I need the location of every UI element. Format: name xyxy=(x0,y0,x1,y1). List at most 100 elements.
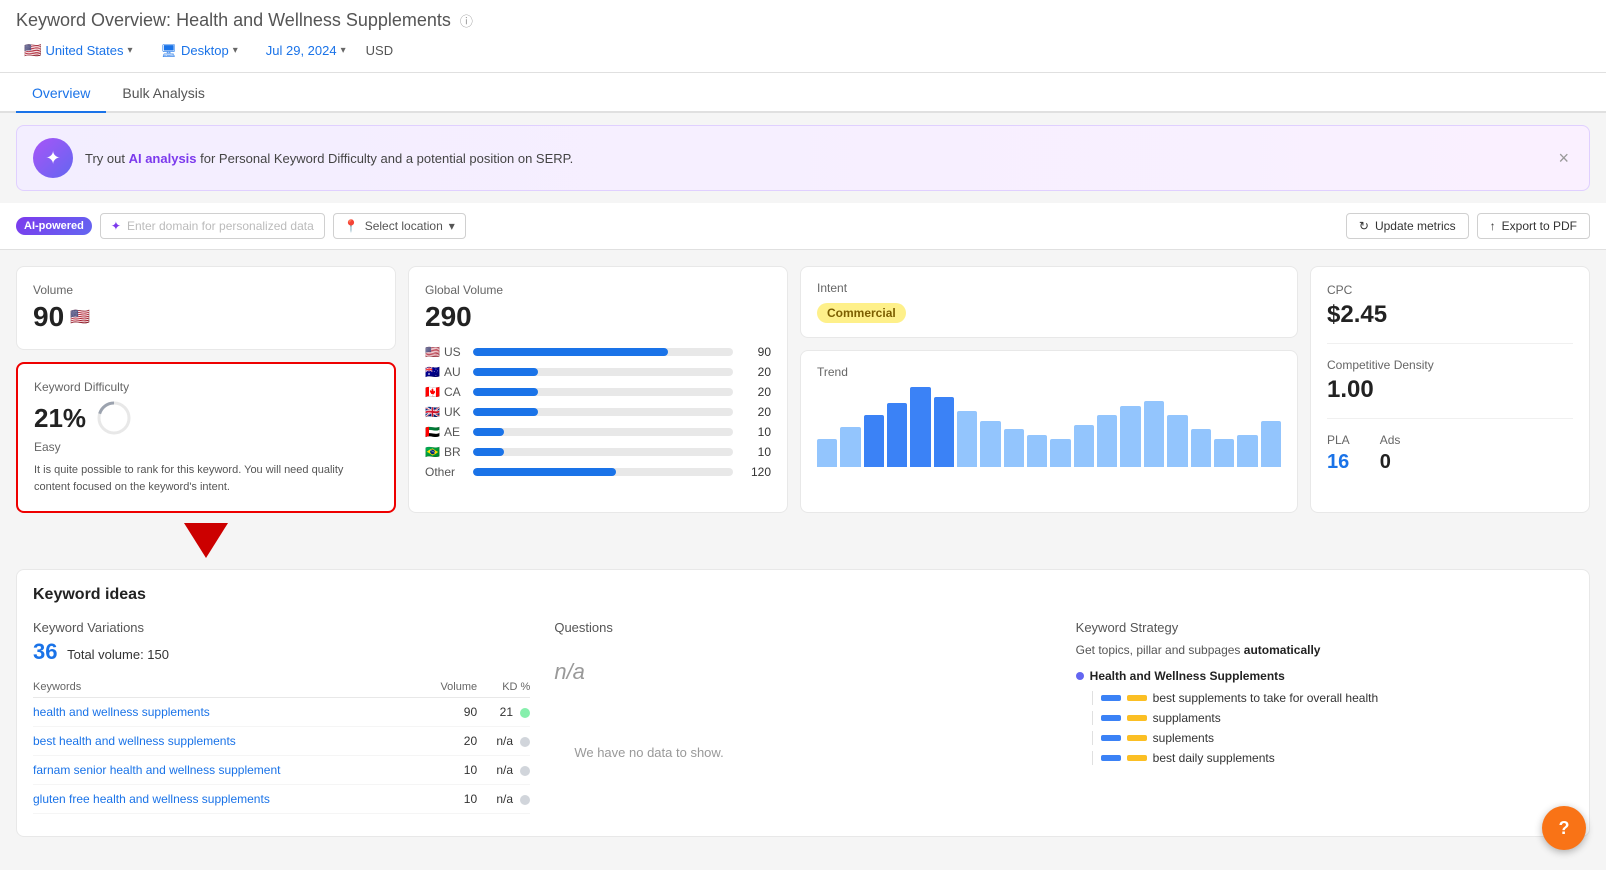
col-kd: KD % xyxy=(477,677,530,698)
domain-input[interactable]: ✦ Enter domain for personalized data xyxy=(100,213,325,239)
tab-overview[interactable]: Overview xyxy=(16,73,106,113)
keywords-table: Keywords Volume KD % health and wellness… xyxy=(33,677,530,814)
variations-label: Keyword Variations xyxy=(33,620,530,635)
intent-label: Intent xyxy=(817,281,1281,295)
strategy-label: Keyword Strategy xyxy=(1076,620,1573,635)
no-data-message: We have no data to show. xyxy=(554,685,743,820)
kw-link-2[interactable]: best health and wellness supplements xyxy=(33,734,236,748)
cpc-value: $2.45 xyxy=(1327,301,1573,329)
strategy-item-3: suplements xyxy=(1092,731,1573,745)
competitive-density-label: Competitive Density xyxy=(1327,358,1573,372)
kw-link-3[interactable]: farnam senior health and wellness supple… xyxy=(33,763,280,777)
chevron-down-icon: ▾ xyxy=(341,45,346,56)
date-label: Jul 29, 2024 xyxy=(266,43,337,58)
variations-count: 36 xyxy=(33,639,57,664)
help-button[interactable]: ? xyxy=(1542,806,1586,850)
banner-close-button[interactable]: × xyxy=(1554,148,1573,169)
competitive-density-value: 1.00 xyxy=(1327,376,1573,404)
chevron-down-icon: ▾ xyxy=(127,45,132,56)
currency-label: USD xyxy=(366,43,393,58)
questions-label: Questions xyxy=(554,620,613,635)
top-bar: Keyword Overview: Health and Wellness Su… xyxy=(0,0,1606,73)
desktop-icon: 🖥 xyxy=(161,43,178,59)
location-select[interactable]: 📍 Select location ▾ xyxy=(333,213,466,239)
location-filter[interactable]: 🇺🇸 United States ▾ xyxy=(16,39,141,62)
bar-yellow-1 xyxy=(1127,695,1147,701)
location-select-label: Select location xyxy=(365,219,443,233)
tabs-row: Overview Bulk Analysis xyxy=(0,73,1606,113)
trend-label: Trend xyxy=(817,365,1281,379)
arrow-indicator xyxy=(184,523,228,558)
volume-value: 90 🇺🇸 xyxy=(33,301,379,333)
gv-row-other: Other 120 xyxy=(425,465,771,479)
title-keyword: Health and Wellness Supplements xyxy=(176,10,451,30)
ai-banner-text: Try out AI analysis for Personal Keyword… xyxy=(85,151,1542,166)
volume-label: Volume xyxy=(33,283,379,297)
cpc-label: CPC xyxy=(1327,283,1573,297)
bar-yellow-4 xyxy=(1127,755,1147,761)
location-label: United States xyxy=(45,43,123,58)
global-volume-label: Global Volume xyxy=(425,283,771,297)
gv-row-ca: 🇨🇦CA 20 xyxy=(425,385,771,399)
export-pdf-label: Export to PDF xyxy=(1502,219,1577,233)
gv-row-br: 🇧🇷BR 10 xyxy=(425,445,771,459)
pla-label: PLA xyxy=(1327,433,1350,447)
global-volume-value: 290 xyxy=(425,301,771,333)
update-metrics-label: Update metrics xyxy=(1375,219,1456,233)
gv-row-uk: 🇬🇧UK 20 xyxy=(425,405,771,419)
volume-card: Volume 90 🇺🇸 xyxy=(16,266,396,350)
toolbar: AI-powered ✦ Enter domain for personaliz… xyxy=(0,203,1606,250)
gv-row-ae: 🇦🇪AE 10 xyxy=(425,425,771,439)
banner-text-suffix: for Personal Keyword Difficulty and a po… xyxy=(197,151,574,166)
export-icon: ↑ xyxy=(1490,219,1496,233)
kd-label: Keyword Difficulty xyxy=(34,380,378,394)
col-keywords: Keywords xyxy=(33,677,420,698)
strategy-desc: Get topics, pillar and subpages automati… xyxy=(1076,643,1573,657)
table-row: gluten free health and wellness suppleme… xyxy=(33,785,530,814)
ai-banner: ✦ Try out AI analysis for Personal Keywo… xyxy=(16,125,1590,191)
strategy-item-4: best daily supplements xyxy=(1092,751,1573,765)
chevron-down-icon: ▾ xyxy=(233,45,238,56)
domain-placeholder: Enter domain for personalized data xyxy=(127,219,314,233)
export-pdf-button[interactable]: ↑ Export to PDF xyxy=(1477,213,1590,239)
info-icon[interactable]: ⓘ xyxy=(460,14,473,29)
kw-link-4[interactable]: gluten free health and wellness suppleme… xyxy=(33,792,270,806)
ads-value: 0 xyxy=(1380,451,1401,474)
keyword-strategy-col: Keyword Strategy Get topics, pillar and … xyxy=(1076,620,1573,820)
tab-bulk-analysis[interactable]: Bulk Analysis xyxy=(106,73,220,113)
us-flag-volume: 🇺🇸 xyxy=(70,307,90,327)
kd-dot-green xyxy=(520,708,530,718)
table-row: best health and wellness supplements 20 … xyxy=(33,727,530,756)
gv-row-au: 🇦🇺AU 20 xyxy=(425,365,771,379)
location-pin-icon: 📍 xyxy=(344,219,359,233)
strategy-root: Health and Wellness Supplements xyxy=(1076,669,1573,683)
strategy-text-3: suplements xyxy=(1153,731,1214,745)
update-metrics-button[interactable]: ↻ Update metrics xyxy=(1346,213,1469,239)
device-label: Desktop xyxy=(181,43,229,58)
kd-dot-gray-3 xyxy=(520,795,530,805)
device-filter[interactable]: 🖥 Desktop ▾ xyxy=(153,40,246,62)
intent-badge: Commercial xyxy=(817,303,906,323)
pla-value: 16 xyxy=(1327,451,1350,474)
table-row: farnam senior health and wellness supple… xyxy=(33,756,530,785)
bar-blue-1 xyxy=(1101,695,1121,701)
kd-circle-chart xyxy=(96,400,132,436)
strategy-text-4: best daily supplements xyxy=(1153,751,1275,765)
ads-label: Ads xyxy=(1380,433,1401,447)
plus-icon: ✦ xyxy=(111,219,121,233)
bar-blue-2 xyxy=(1101,715,1121,721)
kw-link-1[interactable]: health and wellness supplements xyxy=(33,705,210,719)
banner-text-prefix: Try out xyxy=(85,151,129,166)
kd-dot-gray-2 xyxy=(520,766,530,776)
bar-blue-4 xyxy=(1101,755,1121,761)
trend-chart xyxy=(817,387,1281,467)
bar-blue-3 xyxy=(1101,735,1121,741)
gv-row-us: 🇺🇸US 90 xyxy=(425,345,771,359)
ai-analysis-link[interactable]: AI analysis xyxy=(129,151,197,166)
strategy-item-1: best supplements to take for overall hea… xyxy=(1092,691,1573,705)
date-filter[interactable]: Jul 29, 2024 ▾ xyxy=(258,40,354,61)
ai-powered-badge: AI-powered xyxy=(16,217,92,235)
bar-yellow-3 xyxy=(1127,735,1147,741)
global-volume-card: Global Volume 290 🇺🇸US 90 🇦🇺AU 20 🇨🇦CA 2… xyxy=(408,266,788,513)
title-prefix: Keyword Overview: xyxy=(16,10,171,30)
